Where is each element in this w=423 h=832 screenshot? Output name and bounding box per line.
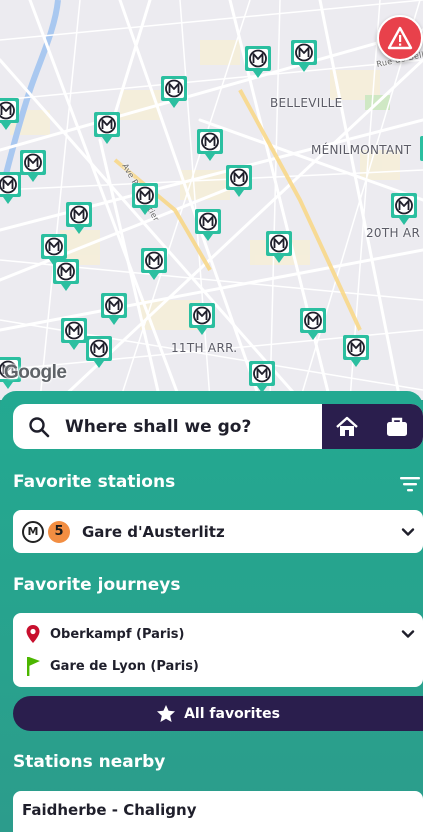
metro-M-pin-icon <box>197 129 223 161</box>
metro-station-pin[interactable] <box>19 148 47 184</box>
metro-M-pin-icon <box>20 150 46 182</box>
map-pin-icon <box>22 623 44 645</box>
search-icon <box>13 404 65 449</box>
metro-M-pin-icon <box>61 318 87 350</box>
home-icon <box>336 416 358 436</box>
map-label-20th-arr: 20TH AR <box>366 226 421 240</box>
nearby-station-card[interactable]: Faidherbe - Chaligny <box>13 791 423 832</box>
home-shortcut-button[interactable] <box>322 404 372 449</box>
metro-station-pin[interactable] <box>93 110 121 146</box>
metro-station-pin[interactable] <box>248 359 276 395</box>
map-label-menilmontant: MÉNILMONTANT <box>311 143 412 157</box>
metro-station-pin[interactable] <box>52 257 80 293</box>
metro-station-pin[interactable] <box>60 316 88 352</box>
metro-M-pin-icon <box>266 231 292 263</box>
alert-button[interactable] <box>377 15 423 61</box>
station-name: Gare d'Austerlitz <box>82 522 225 541</box>
journey-destination: Gare de Lyon (Paris) <box>22 655 199 677</box>
all-favorites-button[interactable]: All favorites <box>13 696 423 731</box>
all-favorites-label: All favorites <box>184 705 280 722</box>
metro-station-pin[interactable] <box>225 163 253 199</box>
nearby-station-name: Faidherbe - Chaligny <box>22 801 197 819</box>
bottom-panel: Favorite stations M 5 Gare d'Austerlitz … <box>0 391 423 832</box>
metro-station-pin[interactable] <box>100 291 128 327</box>
metro-station-pin[interactable] <box>290 38 318 74</box>
search-bar <box>13 404 423 449</box>
metro-M-pin-icon <box>420 136 423 161</box>
metro-M-pin-icon <box>86 336 112 368</box>
warning-triangle-icon <box>387 26 413 50</box>
work-shortcut-button[interactable] <box>372 404 422 449</box>
map-label-belleville: BELLEVILLE <box>270 96 343 110</box>
metro-M-pin-icon <box>66 202 92 234</box>
metro-station-pin[interactable] <box>342 333 370 369</box>
metro-M-pin-icon <box>195 209 221 241</box>
journey-destination-label: Gare de Lyon (Paris) <box>50 658 199 674</box>
shortcut-group <box>322 404 423 449</box>
stations-nearby-title: Stations nearby <box>13 752 166 772</box>
search-input[interactable] <box>65 404 322 449</box>
filter-icon <box>400 477 420 492</box>
metro-station-pin[interactable] <box>244 44 272 80</box>
metro-station-pin[interactable] <box>196 127 224 163</box>
metro-M-pin-icon <box>0 172 21 204</box>
metro-station-pin[interactable] <box>419 134 423 170</box>
favorite-station-card[interactable]: M 5 Gare d'Austerlitz <box>13 510 423 553</box>
metro-station-pin[interactable] <box>131 181 159 217</box>
flag-icon <box>22 655 44 677</box>
metro-M-pin-icon <box>343 335 369 367</box>
metro-M-pin-icon <box>94 112 120 144</box>
metro-station-pin[interactable] <box>188 301 216 337</box>
briefcase-icon <box>387 417 407 436</box>
metro-M-pin-icon <box>132 183 158 215</box>
metro-M-pin-icon <box>226 165 252 197</box>
metro-M-pin-icon <box>53 259 79 291</box>
metro-M-pin-icon <box>249 361 275 393</box>
metro-mode-icon: M <box>22 520 44 543</box>
metro-station-pin[interactable] <box>0 170 22 206</box>
metro-station-pin[interactable] <box>265 229 293 265</box>
chevron-down-icon[interactable] <box>401 525 415 539</box>
metro-station-pin[interactable] <box>194 207 222 243</box>
map-label-11th-arr: 11TH ARR. <box>171 341 238 355</box>
metro-station-pin[interactable] <box>299 306 327 342</box>
metro-M-pin-icon <box>245 46 271 78</box>
filter-button[interactable] <box>398 474 422 494</box>
metro-station-pin[interactable] <box>85 334 113 370</box>
metro-station-pin[interactable] <box>390 191 418 227</box>
metro-M-pin-icon <box>189 303 215 335</box>
metro-station-pin[interactable] <box>160 74 188 110</box>
metro-M-pin-icon <box>291 40 317 72</box>
line-badge: 5 <box>48 520 70 543</box>
journey-origin: Oberkampf (Paris) <box>22 623 184 645</box>
metro-M-pin-icon <box>0 98 19 130</box>
map-view[interactable]: BELLEVILLE MÉNILMONTANT 20TH AR 11TH ARR… <box>0 0 423 400</box>
star-icon <box>157 705 176 722</box>
favorite-stations-title: Favorite stations <box>13 472 176 492</box>
metro-M-pin-icon <box>161 76 187 108</box>
favorite-journeys-title: Favorite journeys <box>13 575 181 595</box>
metro-M-pin-icon <box>391 193 417 225</box>
metro-M-pin-icon <box>101 293 127 325</box>
metro-station-pin[interactable] <box>65 200 93 236</box>
metro-M-pin-icon <box>300 308 326 340</box>
favorite-journey-card[interactable]: Oberkampf (Paris) Gare de Lyon (Paris) <box>13 613 423 687</box>
google-attribution-logo: Google <box>4 362 67 383</box>
journey-origin-label: Oberkampf (Paris) <box>50 626 185 642</box>
metro-station-pin[interactable] <box>0 96 20 132</box>
metro-station-pin[interactable] <box>140 246 168 282</box>
chevron-down-icon[interactable] <box>401 627 415 641</box>
metro-M-pin-icon <box>141 248 167 280</box>
